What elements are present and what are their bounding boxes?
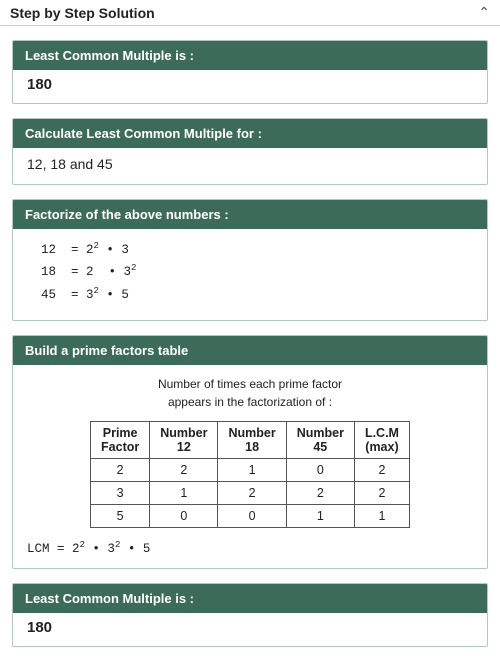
table-header-row: PrimeFactor Number12 Number18 Number45 L…: [91, 422, 410, 459]
col-header-lcm-max: L.C.M(max): [354, 422, 409, 459]
lcm-result-top-block: Least Common Multiple is : 180: [12, 40, 488, 104]
lcm-result-bottom-block: Least Common Multiple is : 180: [12, 583, 488, 647]
n45-3: 2: [286, 482, 354, 505]
prime-factors-table: PrimeFactor Number12 Number18 Number45 L…: [90, 421, 410, 528]
header-bar: Step by Step Solution ⌃: [0, 0, 500, 26]
calculate-header: Calculate Least Common Multiple for :: [13, 119, 487, 148]
prime-2: 2: [91, 459, 150, 482]
prime-table-block: Build a prime factors table Number of ti…: [12, 335, 488, 569]
table-row: 5 0 0 1 1: [91, 505, 410, 528]
n45-2: 0: [286, 459, 354, 482]
lcm-result-bottom-value: 180: [13, 613, 487, 646]
col-header-prime-factor: PrimeFactor: [91, 422, 150, 459]
col-header-number-18: Number18: [218, 422, 286, 459]
col-header-number-45: Number45: [286, 422, 354, 459]
lcm-result-top-value: 180: [13, 70, 487, 103]
lcm-2: 2: [354, 459, 409, 482]
numbers-line: 12, 18 and 45: [13, 148, 487, 184]
n12-2: 2: [150, 459, 218, 482]
lcm-result-top-header: Least Common Multiple is :: [13, 41, 487, 70]
page-title: Step by Step Solution: [10, 5, 155, 21]
lcm-5: 1: [354, 505, 409, 528]
page-container: Step by Step Solution ⌃ Least Common Mul…: [0, 0, 500, 647]
n45-5: 1: [286, 505, 354, 528]
n18-3: 2: [218, 482, 286, 505]
chevron-up-icon[interactable]: ⌃: [478, 4, 490, 21]
prime-3: 3: [91, 482, 150, 505]
table-row: 2 2 1 0 2: [91, 459, 410, 482]
prime-5: 5: [91, 505, 150, 528]
lcm-formula: LCM = 22 • 32 • 5: [13, 532, 487, 568]
n18-5: 0: [218, 505, 286, 528]
n12-5: 0: [150, 505, 218, 528]
n12-3: 1: [150, 482, 218, 505]
factorize-row-45: 45 = 32 • 5: [41, 284, 473, 306]
col-header-number-12: Number12: [150, 422, 218, 459]
factorize-header: Factorize of the above numbers :: [13, 200, 487, 229]
table-intro: Number of times each prime factor appear…: [13, 365, 487, 415]
factorize-row-18: 18 = 2 • 32: [41, 261, 473, 283]
lcm-result-bottom-header: Least Common Multiple is :: [13, 584, 487, 613]
calculate-block: Calculate Least Common Multiple for : 12…: [12, 118, 488, 185]
lcm-3: 2: [354, 482, 409, 505]
table-row: 3 1 2 2 2: [91, 482, 410, 505]
n18-2: 1: [218, 459, 286, 482]
factorize-content: 12 = 22 • 3 18 = 2 • 32 45 = 32 • 5: [13, 229, 487, 320]
factorize-row-12: 12 = 22 • 3: [41, 239, 473, 261]
factorize-block: Factorize of the above numbers : 12 = 22…: [12, 199, 488, 321]
prime-table-header: Build a prime factors table: [13, 336, 487, 365]
